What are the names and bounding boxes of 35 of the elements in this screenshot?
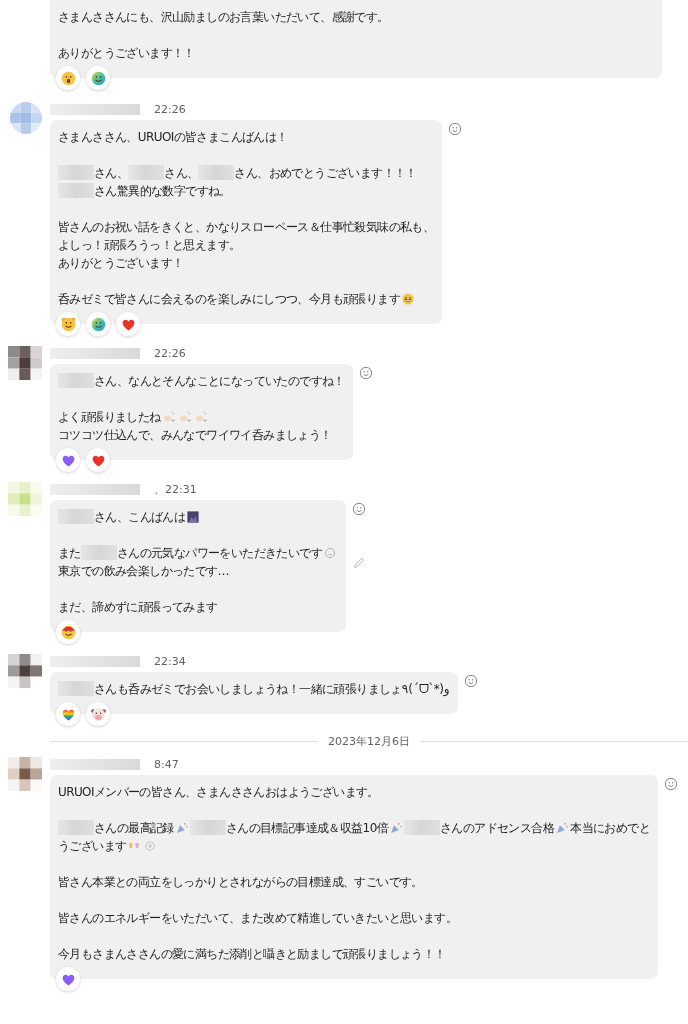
- message-text: ありがとうございます！！: [58, 46, 195, 60]
- message-text: さん、: [94, 166, 129, 180]
- message-text: まだ、諦めずに頑張ってみます: [58, 600, 218, 614]
- message-text: さん驚異的な数字ですね。: [94, 184, 231, 198]
- message-time: 22:34: [154, 654, 186, 668]
- message-text: よしっ！頑張ろうっ！と思えます。: [58, 238, 241, 252]
- message-text: URUOIメンバーの皆さん、さまんささんおはようございます。: [58, 785, 379, 799]
- message-text: 皆さんのエネルギーをいただいて、また改めて精進していきたいと思います。: [58, 911, 457, 925]
- message-text: うございます: [58, 839, 127, 853]
- message-text: ありがとうございます！: [58, 256, 184, 270]
- message-text: さん、: [164, 166, 199, 180]
- message-text: 今月もさまんささんの愛に満ちた添削と囁きと励ましで頑張りましょう！！: [58, 947, 446, 961]
- message-text: 本当におめでと: [570, 821, 650, 835]
- message-time: 、22:31: [154, 481, 197, 497]
- message-text: さまんささんにも、沢山励ましのお言葉いただいて、感謝です。: [58, 10, 389, 24]
- message-text: コツコツ仕込んで、みんなでワイワイ呑みましょう！: [58, 428, 332, 442]
- message-time: 22:26: [154, 102, 186, 116]
- message-text: また: [58, 546, 81, 560]
- message-text: さんのアドセンス合格: [440, 821, 555, 835]
- message-text: 呑みゼミで皆さんに会えるのを楽しみにしつつ、今月も頑張ります: [58, 292, 400, 306]
- message-text: さん、こんばんは: [94, 510, 186, 524]
- message-time: 22:26: [154, 346, 186, 360]
- message-text: さんの最高記録: [94, 821, 174, 835]
- message-text: よく頑張りましたね: [58, 410, 161, 424]
- message-text: 皆さん本業との両立をしっかりとされながらの目標達成、すごいです。: [58, 875, 423, 889]
- message-text: 皆さんのお祝い話をきくと、かなりスローペース＆仕事忙殺気味の私も、: [58, 220, 435, 234]
- message-text: さんの目標記事達成＆収益10倍: [225, 821, 389, 835]
- message-text: さん、おめでとうございます！！！: [234, 166, 417, 180]
- message-text: さんの元気なパワーをいただきたいです: [116, 546, 322, 560]
- message-text: さん、なんとそんなことになっていたのですね！: [94, 374, 345, 388]
- message-text: さまんささん、URUOIの皆さまこんばんは！: [58, 130, 288, 144]
- message-text: さんも呑みゼミでお会いしましょうね！一緒に頑張りましょ٩(ˊᗜˋ*)و: [94, 682, 450, 696]
- message-time: 8:47: [154, 757, 179, 771]
- message-text: 東京での飲み会楽しかったです…: [58, 564, 229, 578]
- date-divider-label: 2023年12月6日: [328, 734, 410, 749]
